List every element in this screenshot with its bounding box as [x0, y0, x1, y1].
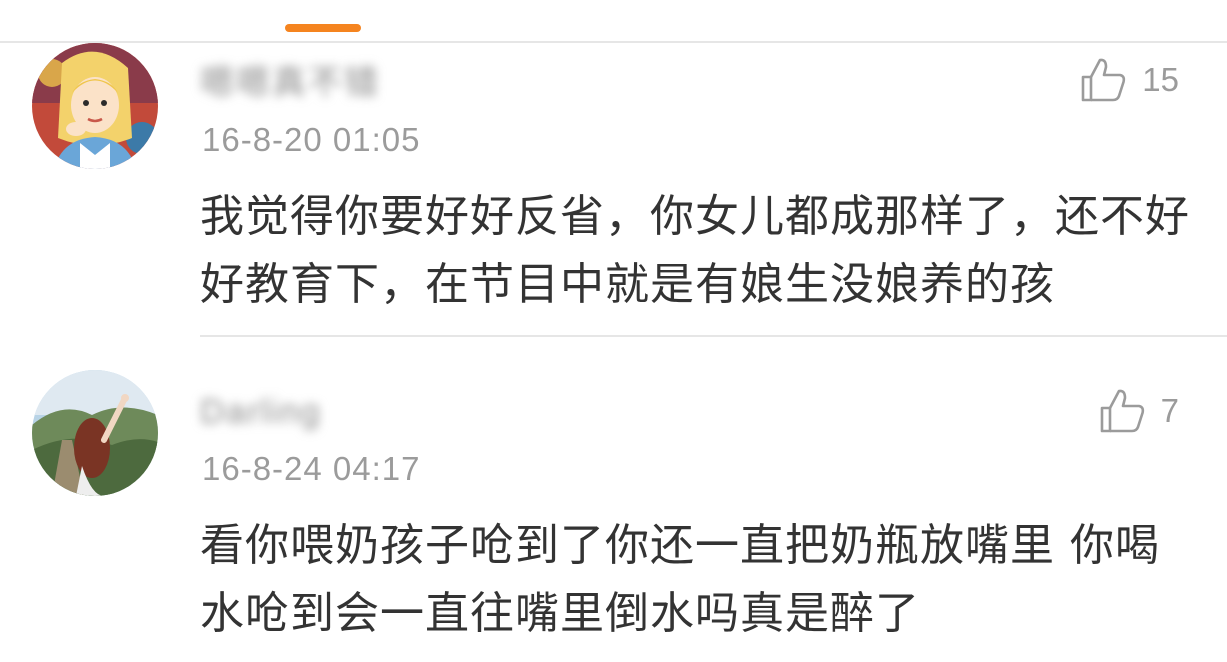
- username[interactable]: Darling: [200, 390, 322, 434]
- user-avatar[interactable]: [32, 370, 158, 496]
- like-count: 15: [1142, 61, 1179, 98]
- thumbs-up-icon: [1100, 389, 1144, 433]
- thumbs-up-icon: [1081, 58, 1126, 102]
- like-count: 7: [1160, 392, 1179, 429]
- cartoon-girl-avatar-icon: [32, 43, 158, 169]
- comment-text: 看你喂奶孩子呛到了你还一直把奶瓶放嘴里 你喝水呛到会一直往嘴里倒水吗真是醉了: [200, 520, 1160, 639]
- user-avatar[interactable]: [32, 43, 158, 169]
- like-button[interactable]: 15: [1078, 55, 1179, 105]
- comment-item: Darling 16-8-24 04:17 7 看你喂奶孩子呛到了你还一直把奶瓶…: [0, 337, 1227, 662]
- comment-timestamp: 16-8-20 01:05: [202, 121, 421, 158]
- active-tab-indicator: [285, 24, 361, 32]
- comment-text: 我觉得你要好好反省，你女儿都成那样了，还不好好教育下，在节目中就是有娘生没娘养的…: [200, 191, 1190, 310]
- comment-list-screen: 嗯嗯真不错 16-8-20 01:05 15 我觉得你要好好反省，你女儿都成那样…: [0, 0, 1227, 662]
- username[interactable]: 嗯嗯真不错: [200, 57, 380, 102]
- comment-timestamp: 16-8-24 04:17: [202, 450, 421, 487]
- comment-item: 嗯嗯真不错 16-8-20 01:05 15 我觉得你要好好反省，你女儿都成那样…: [0, 43, 1227, 335]
- photo-girl-avatar-icon: [32, 370, 158, 496]
- like-button[interactable]: 7: [1097, 386, 1179, 436]
